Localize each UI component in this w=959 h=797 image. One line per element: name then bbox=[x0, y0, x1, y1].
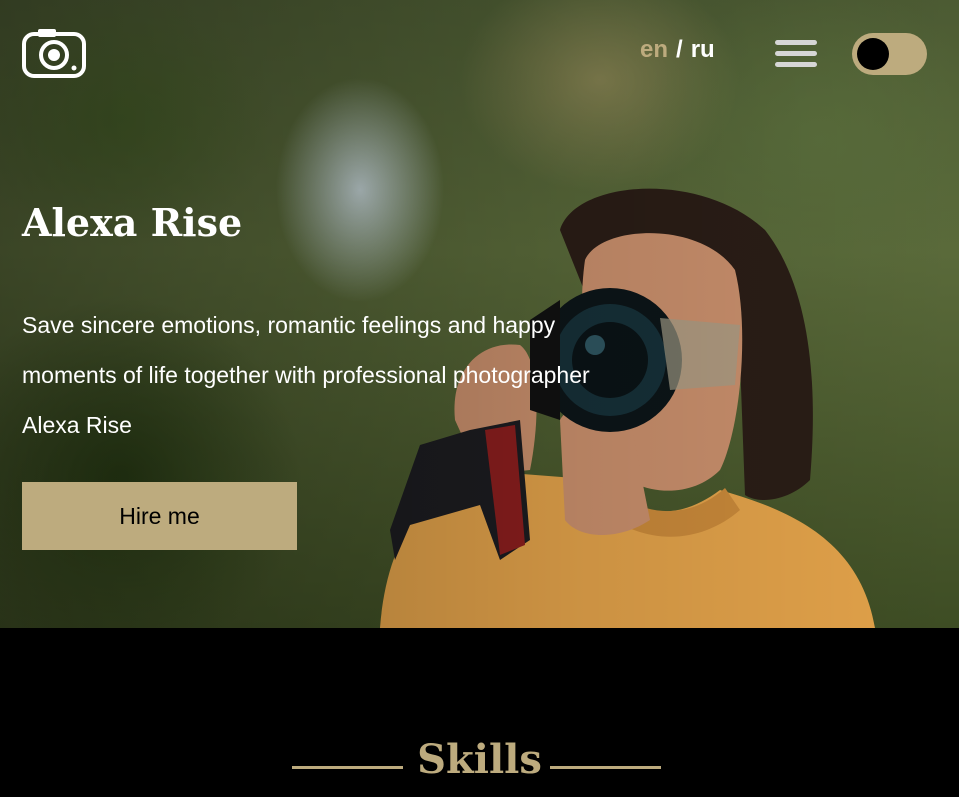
hamburger-bar bbox=[775, 40, 817, 45]
toggle-knob bbox=[857, 38, 889, 70]
heading-divider-right bbox=[550, 766, 661, 769]
theme-toggle[interactable] bbox=[852, 33, 927, 75]
lang-ru-link[interactable]: ru bbox=[691, 36, 715, 63]
hero-title: Alexa Rise bbox=[22, 200, 243, 245]
lang-en-link[interactable]: en bbox=[640, 36, 668, 63]
camera-icon[interactable] bbox=[22, 26, 86, 78]
hero-section: en / ru Alexa Rise Save sincere emotions, … bbox=[0, 0, 959, 628]
skills-section: Skills bbox=[0, 628, 959, 797]
hire-me-button[interactable]: Hire me bbox=[22, 482, 297, 550]
hamburger-icon[interactable] bbox=[775, 40, 817, 68]
hamburger-bar bbox=[775, 51, 817, 56]
skills-heading: Skills bbox=[417, 736, 542, 783]
hamburger-bar bbox=[775, 62, 817, 67]
lang-separator: / bbox=[676, 36, 683, 63]
language-switcher: en / ru bbox=[640, 36, 715, 64]
hero-description: Save sincere emotions, romantic feelings… bbox=[22, 312, 590, 438]
